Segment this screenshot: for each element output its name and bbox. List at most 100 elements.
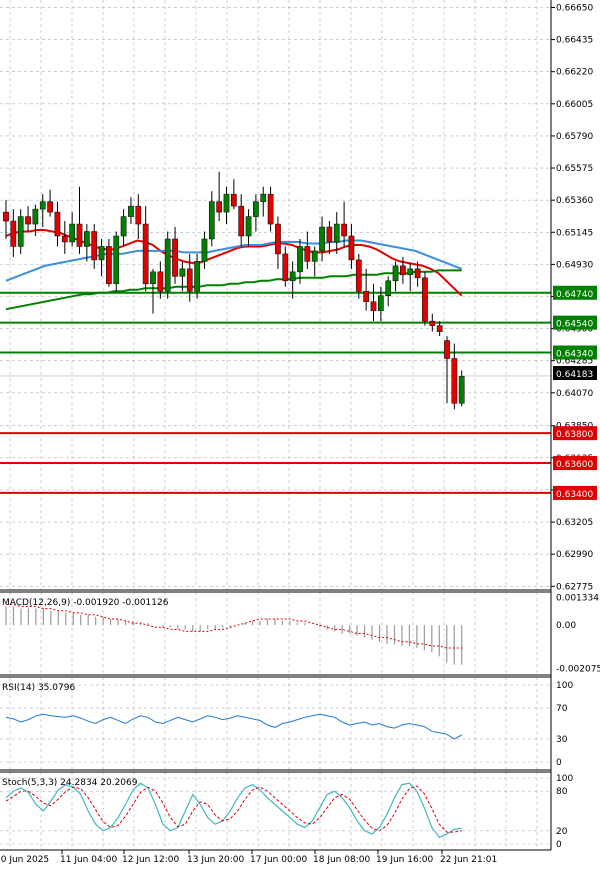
candle-body bbox=[113, 235, 120, 285]
candle-body bbox=[333, 223, 340, 243]
time-tick-label: 17 Jun 00:00 bbox=[250, 855, 307, 865]
time-tick-label: 10 Jun 2025 bbox=[0, 855, 49, 865]
candle-body bbox=[179, 268, 186, 277]
candle-body bbox=[231, 193, 237, 207]
candle-body bbox=[407, 268, 414, 276]
candle-body bbox=[275, 223, 281, 255]
candle-body bbox=[385, 280, 392, 296]
current-price-label: 0.64183 bbox=[556, 370, 593, 380]
candle-body bbox=[260, 193, 267, 202]
candle-body bbox=[54, 211, 61, 237]
level-tag-label: 0.63600 bbox=[556, 460, 593, 470]
candle-body bbox=[422, 277, 428, 322]
price-tick-label: 0.65145 bbox=[556, 228, 593, 238]
time-tick-label: 22 Jun 21:01 bbox=[440, 855, 497, 865]
candle-body bbox=[135, 205, 142, 225]
candle-body bbox=[76, 223, 83, 247]
time-tick-label: 11 Jun 04:00 bbox=[60, 855, 117, 865]
price-tick-label: 0.66005 bbox=[556, 100, 593, 110]
candle-body bbox=[47, 201, 53, 213]
candle-body bbox=[172, 238, 178, 277]
stoch-tick-label: 80 bbox=[556, 787, 568, 797]
price-tick-label: 0.63205 bbox=[556, 518, 593, 528]
candle-body bbox=[98, 246, 105, 261]
price-tick-label: 0.62775 bbox=[556, 582, 593, 592]
candle-body bbox=[355, 259, 362, 292]
rsi-tick-label: 0 bbox=[556, 758, 562, 768]
candle-body bbox=[208, 201, 215, 240]
candle-body bbox=[201, 238, 208, 262]
candle-body bbox=[341, 223, 347, 237]
candle-body bbox=[91, 231, 98, 261]
price-tick-label: 0.65575 bbox=[556, 164, 593, 174]
candle-body bbox=[238, 205, 245, 237]
level-tag-label: 0.63800 bbox=[556, 430, 593, 440]
candle-body bbox=[429, 320, 436, 326]
candle-body bbox=[157, 271, 164, 292]
macd-tick-label: 0.001334 bbox=[556, 594, 599, 604]
candle-body bbox=[164, 238, 171, 292]
candle-body bbox=[186, 268, 193, 292]
time-tick-label: 18 Jun 08:00 bbox=[313, 855, 370, 865]
candle-body bbox=[414, 268, 421, 279]
candle-body bbox=[363, 291, 369, 302]
candle-body bbox=[223, 193, 230, 213]
candle-body bbox=[32, 208, 39, 225]
candle-body bbox=[128, 205, 134, 217]
candle-body bbox=[194, 261, 200, 292]
candle-body bbox=[451, 358, 458, 404]
candle-body bbox=[216, 201, 223, 213]
macd-tick-label: 0.00 bbox=[556, 621, 576, 631]
candle-body bbox=[378, 295, 384, 311]
candle-body bbox=[253, 201, 259, 217]
candle-body bbox=[297, 246, 303, 273]
candle-body bbox=[245, 216, 252, 237]
candle-body bbox=[444, 340, 450, 359]
candle-body bbox=[289, 271, 296, 282]
rsi-label: RSI(14) 35.0796 bbox=[2, 683, 75, 693]
candle-body bbox=[84, 231, 90, 247]
candle-body bbox=[25, 216, 31, 225]
time-tick-label: 12 Jun 12:00 bbox=[122, 855, 179, 865]
price-chart[interactable]: 0.66650 0.66435 0.66220 0.66005 0.65790 0.655… bbox=[0, 0, 600, 869]
price-tick-label: 0.66435 bbox=[556, 36, 593, 46]
candle-body bbox=[370, 301, 377, 311]
candle-body bbox=[150, 271, 156, 285]
time-tick-label: 19 Jun 16:00 bbox=[376, 855, 433, 865]
candle-body bbox=[106, 246, 112, 285]
stoch-tick-label: 20 bbox=[556, 827, 568, 837]
candle-body bbox=[3, 211, 9, 222]
macd-label: MACD(12,26,9) -0.001920 -0.001126 bbox=[2, 598, 169, 608]
price-tick-label: 0.65790 bbox=[556, 132, 593, 142]
candle-body bbox=[282, 253, 289, 282]
level-tag-label: 0.64540 bbox=[556, 320, 593, 330]
stoch-tick-label: 0 bbox=[556, 840, 562, 850]
rsi-tick-label: 30 bbox=[556, 735, 568, 745]
candle-body bbox=[69, 223, 76, 243]
candle-body bbox=[400, 265, 406, 276]
candle-body bbox=[348, 235, 355, 261]
price-tick-label: 0.62990 bbox=[556, 550, 593, 560]
candle-body bbox=[311, 250, 318, 262]
candle-body bbox=[319, 226, 325, 252]
rsi-tick-label: 70 bbox=[556, 704, 568, 714]
candle-body bbox=[392, 265, 399, 282]
candle-body bbox=[267, 193, 274, 225]
candle-body bbox=[10, 220, 17, 247]
macd-tick-label: -0.002075 bbox=[556, 664, 600, 674]
stoch-tick-label: 100 bbox=[556, 774, 573, 784]
price-tick-label: 0.64930 bbox=[556, 260, 593, 270]
level-tag-label: 0.64340 bbox=[556, 350, 593, 360]
candle-body bbox=[458, 376, 465, 404]
stoch-label: Stoch(5,3,3) 24.2834 20.2069 bbox=[2, 778, 138, 788]
candle-body bbox=[436, 325, 443, 332]
candle-body bbox=[17, 216, 24, 247]
candle-body bbox=[142, 223, 149, 285]
price-tick-label: 0.66650 bbox=[556, 3, 593, 13]
price-tick-label: 0.66220 bbox=[556, 68, 593, 78]
candle-body bbox=[304, 246, 311, 262]
level-tag-label: 0.64740 bbox=[556, 290, 593, 300]
candle-body bbox=[120, 216, 127, 237]
level-tag-label: 0.63400 bbox=[556, 490, 593, 500]
candle-body bbox=[326, 226, 333, 243]
